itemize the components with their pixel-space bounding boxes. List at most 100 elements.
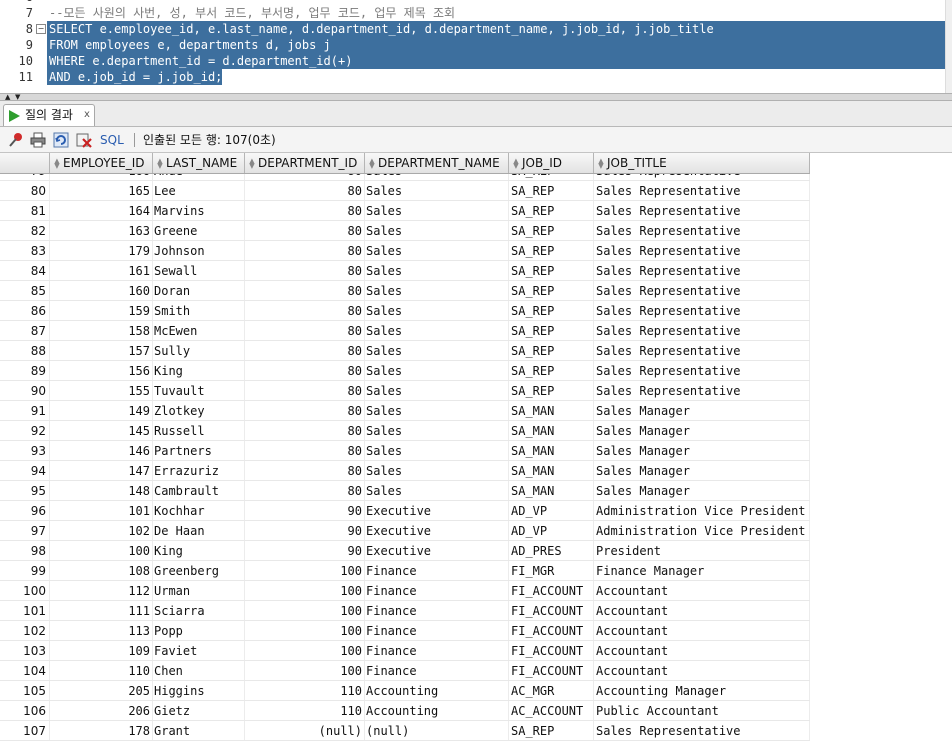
cell-employee-id[interactable]: 100	[50, 541, 153, 560]
table-row[interactable]: 80 165 Lee 80 Sales SA_REP Sales Representativ…	[0, 181, 810, 201]
column-header-job-title[interactable]: ▲ ▼ JOB_TITLE	[594, 153, 810, 173]
table-row[interactable]: 92 145 Russell 80 Sales SA_MAN Sales Manager	[0, 421, 810, 441]
cell-last-name[interactable]: Faviet	[153, 641, 245, 660]
cell-department-id[interactable]: 80	[245, 281, 365, 300]
table-row[interactable]: 90 155 Tuvault 80 Sales SA_REP Sales Represent…	[0, 381, 810, 401]
cell-job-title[interactable]: Accountant	[594, 661, 810, 680]
cell-employee-id[interactable]: 149	[50, 401, 153, 420]
cell-job-id[interactable]: SA_REP	[509, 321, 594, 340]
table-row[interactable]: 99 108 Greenberg 100 Finance FI_MGR Finance Ma…	[0, 561, 810, 581]
cell-job-title[interactable]: Sales Representative	[594, 381, 810, 400]
cell-department-name[interactable]: Sales	[365, 301, 509, 320]
cell-job-title[interactable]: Sales Representative	[594, 241, 810, 260]
sql-editor[interactable]: 6 7 --모든 사원의 사번, 성, 부서 코드, 부서명, 업무 코드, 업…	[0, 0, 952, 93]
cell-employee-id[interactable]: 179	[50, 241, 153, 260]
cell-job-id[interactable]: SA_REP	[509, 721, 594, 740]
table-row[interactable]: 97 102 De Haan 90 Executive AD_VP Administrati…	[0, 521, 810, 541]
results-grid[interactable]: ▲ ▼ EMPLOYEE_ID ▲ ▼ LAST_NAME ▲ ▼ DEPARTMENT_I…	[0, 153, 952, 752]
cell-last-name[interactable]: Kochhar	[153, 501, 245, 520]
table-row[interactable]: 91 149 Zlotkey 80 Sales SA_MAN Sales Manager	[0, 401, 810, 421]
collapse-down-icon[interactable]: ▼	[15, 94, 20, 101]
table-row[interactable]: 84 161 Sewall 80 Sales SA_REP Sales Representa…	[0, 261, 810, 281]
cell-job-id[interactable]: FI_ACCOUNT	[509, 661, 594, 680]
cell-employee-id[interactable]: 160	[50, 281, 153, 300]
cell-department-name[interactable]: Finance	[365, 641, 509, 660]
cell-job-id[interactable]: SA_MAN	[509, 461, 594, 480]
cell-last-name[interactable]: Lee	[153, 181, 245, 200]
cell-job-id[interactable]: AD_VP	[509, 521, 594, 540]
table-row[interactable]: 102 113 Popp 100 Finance FI_ACCOUNT Accountant	[0, 621, 810, 641]
cell-department-id[interactable]: 100	[245, 621, 365, 640]
cell-last-name[interactable]: Grant	[153, 721, 245, 740]
table-row[interactable]: 106 206 Gietz 110 Accounting AC_ACCOUNT Public…	[0, 701, 810, 721]
table-row[interactable]: 79166Ande80SalesSA_REPSales Representati…	[0, 174, 810, 181]
cell-department-name[interactable]: Sales	[365, 221, 509, 240]
cell-employee-id[interactable]: 155	[50, 381, 153, 400]
cell-employee-id[interactable]: 110	[50, 661, 153, 680]
table-row[interactable]: 100 112 Urman 100 Finance FI_ACCOUNT Accountan…	[0, 581, 810, 601]
table-row[interactable]: 98 100 King 90 Executive AD_PRES President	[0, 541, 810, 561]
cell-job-title[interactable]: Sales Representative	[594, 341, 810, 360]
cell-last-name[interactable]: Smith	[153, 301, 245, 320]
cell-department-id[interactable]: 80	[245, 381, 365, 400]
cell-department-id[interactable]: 80	[245, 301, 365, 320]
cell-job-id[interactable]: SA_REP	[509, 341, 594, 360]
cell-employee-id[interactable]: 157	[50, 341, 153, 360]
fold-collapse-icon[interactable]: −	[36, 24, 46, 34]
column-header-department-id[interactable]: ▲ ▼ DEPARTMENT_ID	[245, 153, 365, 173]
pin-icon[interactable]	[8, 132, 24, 148]
cell-job-title[interactable]: Sales Manager	[594, 481, 810, 500]
cell-last-name[interactable]: Higgins	[153, 681, 245, 700]
cell-last-name[interactable]: Gietz	[153, 701, 245, 720]
selected-code-text[interactable]: FROM employees e, departments d, jobs j	[47, 37, 946, 53]
cell-job-title[interactable]: Sales Manager	[594, 461, 810, 480]
cell-last-name[interactable]: Sciarra	[153, 601, 245, 620]
cell-employee-id[interactable]: 163	[50, 221, 153, 240]
cell-department-id[interactable]: 80	[245, 341, 365, 360]
cell-job-title[interactable]: Sales Representative	[594, 721, 810, 740]
cell-last-name[interactable]: McEwen	[153, 321, 245, 340]
cell-department-name[interactable]: Finance	[365, 601, 509, 620]
cell-last-name[interactable]: Popp	[153, 621, 245, 640]
cell-department-id[interactable]: 80	[245, 361, 365, 380]
cell-job-title[interactable]: Sales Manager	[594, 421, 810, 440]
cell-job-title[interactable]: Sales Representative	[594, 361, 810, 380]
table-row[interactable]: 86 159 Smith 80 Sales SA_REP Sales Representat…	[0, 301, 810, 321]
panel-splitter[interactable]: ▲ ▼	[0, 93, 952, 101]
cell-department-id[interactable]: 80	[245, 481, 365, 500]
cell-job-id[interactable]: SA_REP	[509, 181, 594, 200]
cell-department-id[interactable]: 80	[245, 461, 365, 480]
cell-job-title[interactable]: Sales Representative	[594, 221, 810, 240]
cell-job-title[interactable]: Sales Representative	[594, 174, 810, 180]
cell-employee-id[interactable]: 166	[50, 174, 153, 180]
column-header-department-name[interactable]: ▲ ▼ DEPARTMENT_NAME	[365, 153, 509, 173]
cell-department-name[interactable]: Accounting	[365, 701, 509, 720]
selected-code-text[interactable]: SELECT e.employee_id, e.last_name, d.dep…	[47, 21, 946, 37]
cell-department-name[interactable]: Sales	[365, 461, 509, 480]
cell-last-name[interactable]: Russell	[153, 421, 245, 440]
cell-department-name[interactable]: Sales	[365, 441, 509, 460]
cell-department-name[interactable]: Finance	[365, 581, 509, 600]
cell-department-name[interactable]: Sales	[365, 261, 509, 280]
cell-employee-id[interactable]: 205	[50, 681, 153, 700]
editor-line[interactable]: 10 WHERE e.department_id = d.department_…	[0, 53, 952, 69]
editor-line[interactable]: 11 AND e.job_id = j.job_id;	[0, 69, 952, 85]
cell-department-name[interactable]: Finance	[365, 621, 509, 640]
cell-job-id[interactable]: SA_REP	[509, 281, 594, 300]
table-row[interactable]: 107 178 Grant (null) (null) SA_REP Sales Repre…	[0, 721, 810, 741]
cell-job-id[interactable]: SA_MAN	[509, 421, 594, 440]
cell-department-name[interactable]: Finance	[365, 661, 509, 680]
cell-job-id[interactable]: SA_REP	[509, 241, 594, 260]
cell-employee-id[interactable]: 206	[50, 701, 153, 720]
cell-last-name[interactable]: Chen	[153, 661, 245, 680]
cell-department-id[interactable]: 80	[245, 421, 365, 440]
cell-department-id[interactable]: 90	[245, 541, 365, 560]
cell-last-name[interactable]: Urman	[153, 581, 245, 600]
cell-job-title[interactable]: President	[594, 541, 810, 560]
cell-last-name[interactable]: Greenberg	[153, 561, 245, 580]
cell-employee-id[interactable]: 101	[50, 501, 153, 520]
cell-job-title[interactable]: Accountant	[594, 581, 810, 600]
cell-employee-id[interactable]: 113	[50, 621, 153, 640]
cell-last-name[interactable]: De Haan	[153, 521, 245, 540]
editor-line[interactable]: 7 --모든 사원의 사번, 성, 부서 코드, 부서명, 업무 코드, 업무 …	[0, 5, 952, 21]
